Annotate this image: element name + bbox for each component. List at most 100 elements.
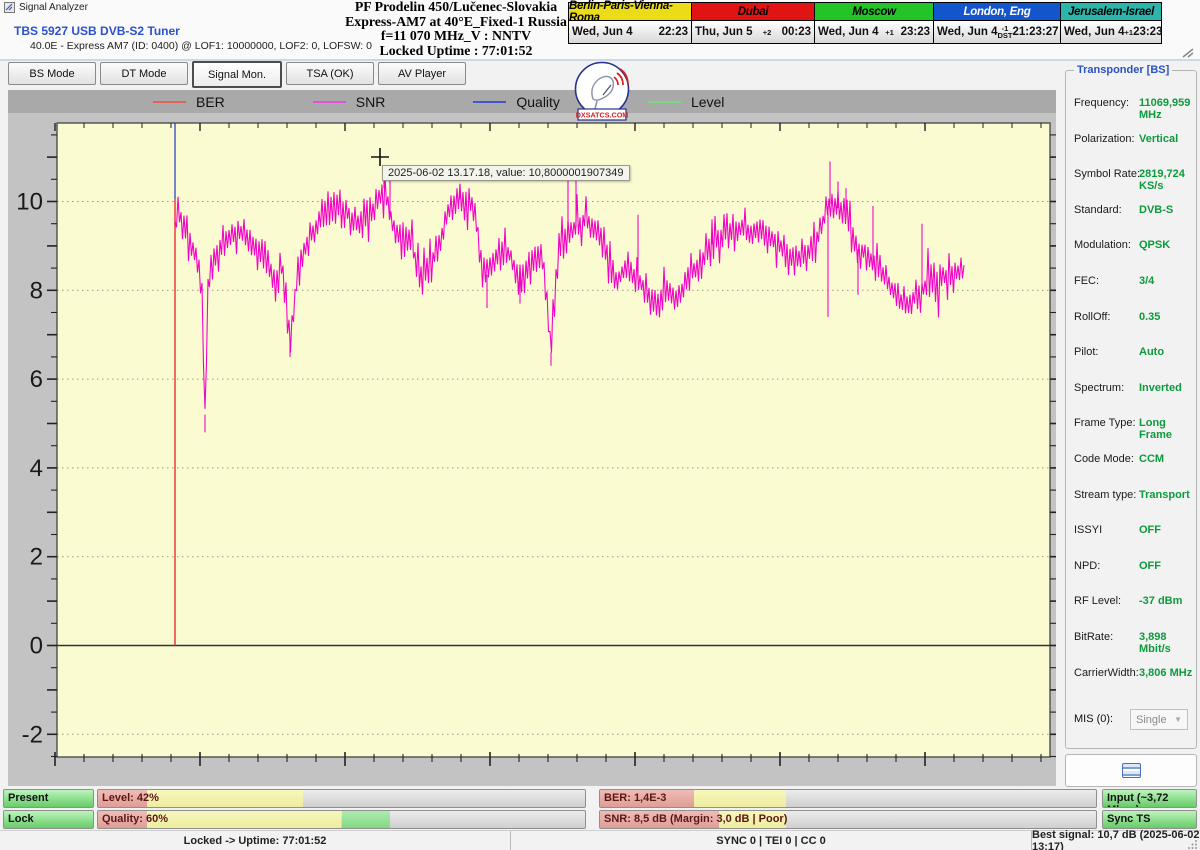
transponder-row-value: 3/4: [1139, 274, 1155, 287]
tab-dt-mode[interactable]: DT Mode: [100, 62, 188, 85]
legend-label: Quality: [516, 93, 560, 110]
transport-info-button[interactable]: [1065, 754, 1197, 787]
transponder-row-label: Code Mode:: [1074, 452, 1134, 465]
quality-bar: Quality: 60%: [97, 810, 586, 829]
transponder-row-value: Transport: [1139, 488, 1190, 501]
transponder-row: Code Mode: CCM: [1066, 443, 1196, 479]
transponder-rows: Frequency: 11069,959 MHz Polarization: Vert…: [1066, 87, 1196, 692]
tab-signal-mon-[interactable]: Signal Mon.: [192, 61, 282, 88]
clock-berlin-paris-vienna-roma: Berlin-Paris-Vienna-Roma Wed, Jun 4 22:23: [569, 0, 692, 43]
transponder-row-value: 3,806 MHz: [1139, 666, 1193, 679]
transponder-row-value: OFF: [1139, 559, 1161, 572]
legend-item-level: Level: [647, 93, 725, 110]
sync-ts-indicator: Sync TS: [1102, 810, 1197, 829]
chart-legend: BER SNR Quality Level: [8, 90, 1056, 113]
legend-item-ber: BER: [153, 94, 225, 110]
mis-value: Single: [1136, 713, 1167, 726]
resize-grip-icon[interactable]: [1181, 48, 1195, 58]
clock-datetime: Wed, Jun 4 +1 23:23: [815, 21, 933, 43]
status-best-signal: Best signal: 10,7 dB (2025-06-02 13:17): [1032, 829, 1200, 850]
svg-text:0: 0: [30, 633, 43, 660]
clock-london-eng: London, Eng Wed, Jun 4 -1 DST 21:23:27: [934, 3, 1061, 43]
transponder-row: NPD: OFF: [1066, 550, 1196, 586]
transponder-row-label: BitRate:: [1074, 630, 1114, 643]
transponder-row: FEC: 3/4: [1066, 265, 1196, 301]
tab-tsa-ok-[interactable]: TSA (OK): [286, 62, 374, 85]
transponder-row-value: 0.35: [1139, 310, 1161, 323]
transponder-row-value: Long Frame: [1139, 417, 1173, 442]
lock-indicator: Lock: [3, 810, 94, 829]
svg-text:6: 6: [30, 366, 43, 393]
transponder-row-value: 3,898 Mbit/s: [1139, 630, 1171, 655]
tuner-details: 40.0E - Express AM7 (ID: 0400) @ LOF1: 1…: [30, 40, 372, 52]
transponder-row-value: 2819,724 KS/s: [1139, 168, 1185, 193]
transponder-row: Frame Type: Long Frame: [1066, 407, 1196, 443]
transponder-row: Pilot: Auto: [1066, 336, 1196, 372]
station-info: PF Prodelin 450/Lučenec-Slovakia Express…: [330, 0, 582, 58]
transponder-row-label: FEC:: [1074, 274, 1100, 287]
clock-jerusalem-israel: Jerusalem-Israel Wed, Jun 4 +1 23:23: [1061, 3, 1162, 43]
transponder-row: RF Level: -37 dBm: [1066, 585, 1196, 621]
station-line-4: Locked Uptime : 77:01:52: [379, 42, 533, 58]
legend-label: SNR: [355, 93, 386, 110]
mis-select[interactable]: Single ▼: [1130, 709, 1188, 730]
tab-av-player[interactable]: AV Player: [378, 62, 466, 85]
bar-segment-yellow: [146, 811, 342, 828]
dxsatcs-logo-text: DXSATCS.COM: [576, 111, 629, 120]
transponder-row-value: 11069,959 MHz: [1139, 97, 1191, 121]
mis-row: MIS (0): Single ▼: [1066, 709, 1196, 731]
clock-moscow: Moscow Wed, Jun 4 +1 23:23: [815, 3, 934, 43]
transponder-row: Modulation: QPSK: [1066, 229, 1196, 265]
bar-segment-yellow: [694, 790, 786, 807]
transponder-row-label: CarrierWidth:: [1074, 666, 1139, 679]
tab-bs-mode[interactable]: BS Mode: [8, 62, 96, 85]
transponder-row-label: RollOff:: [1074, 310, 1111, 323]
chart-tooltip: 2025-06-02 13.17.18, value: 10,800000190…: [382, 165, 630, 181]
svg-text:4: 4: [30, 455, 43, 482]
svg-text:10: 10: [16, 189, 43, 216]
clock-datetime: Wed, Jun 4 22:23: [569, 21, 691, 43]
snr-plot[interactable]: 10 8 6 4 2 0 -2: [8, 113, 1056, 786]
transponder-row-label: Standard:: [1074, 203, 1122, 216]
status-bar: Locked -> Uptime: 77:01:52 SYNC 0 | TEI …: [0, 829, 1200, 850]
bar-segment-yellow: [146, 790, 303, 807]
transponder-row-value: Auto: [1139, 346, 1165, 359]
clock-city-label: Berlin-Paris-Vienna-Roma: [569, 0, 691, 24]
station-line-2: Express-AM7 at 40°E_Fixed-1 Russia: [345, 13, 567, 29]
snr-bar: SNR: 8,5 dB (Margin: 3,0 dB | Poor): [599, 810, 1097, 829]
transponder-row: ISSYI OFF: [1066, 514, 1196, 550]
clock-city-label: Dubai: [692, 3, 814, 21]
legend-label: Level: [690, 93, 725, 110]
transponder-row: BitRate: 3,898 Mbit/s: [1066, 621, 1196, 657]
world-clocks: Berlin-Paris-Vienna-Roma Wed, Jun 4 22:23 D…: [568, 0, 1162, 44]
transponder-row-value: Vertical: [1139, 132, 1179, 145]
transponder-row: Stream type: Transport: [1066, 479, 1196, 515]
legend-item-snr: SNR: [312, 93, 386, 110]
transponder-row-value: -37 dBm: [1139, 595, 1183, 608]
window-resize-grip[interactable]: [1188, 839, 1198, 849]
titlebar: Signal Analyzer: [4, 1, 88, 14]
tuner-name: TBS 5927 USB DVB-S2 Tuner: [14, 24, 180, 38]
transponder-row-label: Polarization:: [1074, 132, 1135, 145]
svg-text:8: 8: [30, 277, 43, 304]
transponder-row: Frequency: 11069,959 MHz: [1066, 87, 1196, 123]
transponder-row: Standard: DVB-S: [1066, 194, 1196, 230]
legend-label: BER: [196, 93, 225, 110]
signal-chart-panel[interactable]: 10 8 6 4 2 0 -2 2025-06-02 13.17.18, value: 10…: [8, 113, 1056, 786]
legend-swatch: [153, 100, 186, 103]
transponder-row-label: Modulation:: [1074, 239, 1131, 252]
header-area: Signal Analyzer TBS 5927 USB DVB-S2 Tune…: [0, 0, 1200, 61]
clock-datetime: Wed, Jun 4 -1 DST 21:23:27: [934, 21, 1060, 43]
clock-city-label: Moscow: [815, 3, 933, 21]
mode-tabs: BS Mode DT Mode Signal Mon. TSA (OK) AV Play…: [8, 61, 466, 88]
legend-item-quality: Quality: [473, 94, 560, 110]
transponder-row-label: Symbol Rate:: [1074, 168, 1141, 181]
legend-swatch: [473, 100, 507, 103]
clock-city-label: Jerusalem-Israel: [1061, 3, 1161, 21]
svg-text:2: 2: [30, 544, 43, 571]
clock-datetime: Wed, Jun 4 +1 23:23: [1061, 21, 1162, 43]
clock-datetime: Thu, Jun 5 +2 00:23: [692, 21, 814, 43]
transponder-row: Spectrum: Inverted: [1066, 372, 1196, 408]
dxsatcs-logo: DXSATCS.COM: [574, 61, 630, 121]
transponder-row-value: CCM: [1139, 452, 1165, 465]
